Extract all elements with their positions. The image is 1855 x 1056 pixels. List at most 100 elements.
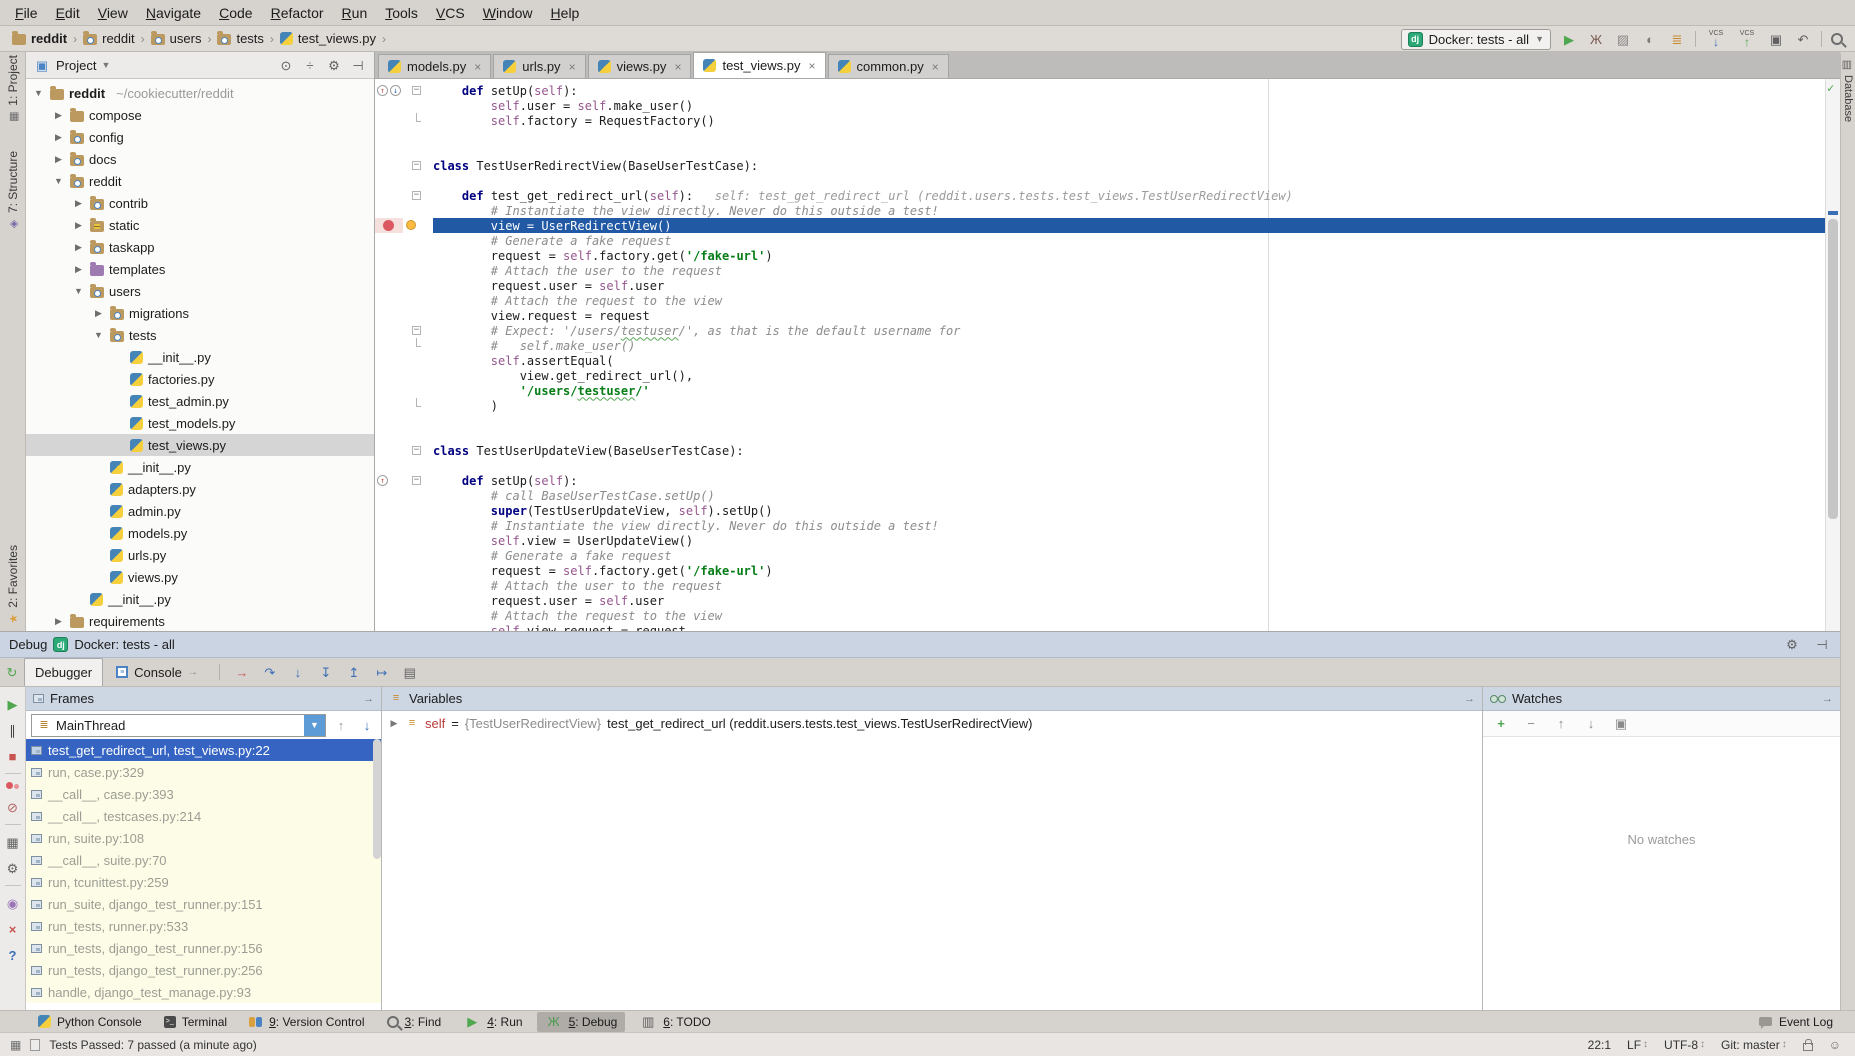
editor-gutter[interactable] (375, 503, 403, 518)
fold-column[interactable] (403, 203, 433, 218)
fold-column[interactable]: − (403, 158, 433, 173)
tool-button-4-run[interactable]: ▶4: Run (455, 1012, 530, 1032)
editor-gutter[interactable] (375, 458, 403, 473)
editor-gutter[interactable] (375, 593, 403, 608)
scrollbar-thumb[interactable] (1828, 219, 1838, 519)
tool-button-terminal[interactable]: >_Terminal (156, 1012, 235, 1032)
collapse-all-icon[interactable]: ÷ (301, 56, 319, 74)
panel-options-icon[interactable]: → (1822, 693, 1833, 705)
fold-column[interactable] (403, 353, 433, 368)
overridden-method-icon[interactable]: ↓ (390, 85, 401, 96)
chevron-expanded-icon[interactable]: ▼ (92, 330, 105, 340)
move-watch-up-icon[interactable]: ↑ (1552, 715, 1570, 733)
restore-layout-icon[interactable]: ▦ (4, 833, 22, 851)
menu-code[interactable]: Code (210, 2, 261, 24)
editor-gutter[interactable] (375, 443, 403, 458)
frame-row[interactable]: run, tcunittest.py:259 (26, 871, 381, 893)
editor-gutter[interactable] (375, 128, 403, 143)
editor-gutter[interactable] (375, 608, 403, 623)
editor-gutter[interactable] (375, 173, 403, 188)
chevron-collapsed-icon[interactable]: ▶ (52, 110, 65, 121)
git-branch-indicator[interactable]: Git: master↕ (1721, 1038, 1787, 1052)
frame-row[interactable]: __call__, case.py:393 (26, 783, 381, 805)
breadcrumb-item-users[interactable]: users (149, 29, 204, 48)
intention-bulb-icon[interactable] (406, 220, 416, 230)
tree-item-init-py[interactable]: __init__.py (26, 588, 374, 610)
pin-icon[interactable]: ◉ (4, 894, 22, 912)
hide-panel-icon[interactable]: ⊣ (349, 56, 367, 74)
fold-column[interactable] (403, 518, 433, 533)
tree-item-static[interactable]: ▶static (26, 214, 374, 236)
frames-list[interactable]: test_get_redirect_url, test_views.py:22r… (26, 739, 381, 1010)
editor-gutter[interactable] (375, 263, 403, 278)
editor-gutter[interactable] (375, 143, 403, 158)
menu-run[interactable]: Run (333, 2, 377, 24)
tool-button-3-find[interactable]: 3: Find (379, 1012, 450, 1032)
tree-item-migrations[interactable]: ▶migrations (26, 302, 374, 324)
editor-gutter[interactable] (375, 488, 403, 503)
editor-gutter[interactable] (375, 413, 403, 428)
search-everywhere-icon[interactable] (1831, 33, 1843, 45)
fold-column[interactable]: − (403, 473, 433, 488)
chevron-collapsed-icon[interactable]: ▶ (52, 132, 65, 143)
editor-gutter[interactable] (375, 323, 403, 338)
tree-item-contrib[interactable]: ▶contrib (26, 192, 374, 214)
tab-models-py[interactable]: models.py× (378, 54, 491, 78)
editor-gutter[interactable] (375, 158, 403, 173)
tab-debugger[interactable]: Debugger (24, 658, 103, 686)
code-editor[interactable]: ↑↓− def setUp(self): self.user = self.ma… (375, 79, 1840, 631)
read-only-lock-icon[interactable] (1803, 1043, 1813, 1051)
menu-tools[interactable]: Tools (376, 2, 427, 24)
fold-column[interactable] (403, 578, 433, 593)
fold-column[interactable] (403, 143, 433, 158)
chevron-collapsed-icon[interactable]: ▶ (72, 198, 85, 209)
rollback-icon[interactable]: ↶ (1794, 30, 1812, 48)
inspections-ok-icon[interactable]: ✓ (1827, 81, 1834, 95)
tree-item-admin-py[interactable]: admin.py (26, 500, 374, 522)
tree-item-users[interactable]: ▼users (26, 280, 374, 302)
tab-urls-py[interactable]: urls.py× (493, 54, 585, 78)
fold-column[interactable] (403, 293, 433, 308)
editor-gutter[interactable] (375, 248, 403, 263)
variable-row[interactable]: ▶≡self = {TestUserRedirectView} test_get… (382, 711, 1482, 736)
tree-item-init-py[interactable]: __init__.py (26, 346, 374, 368)
highlighting-level-icon[interactable]: ☺ (1829, 1038, 1841, 1052)
rerun-icon[interactable]: ↻ (3, 663, 21, 681)
variables-list[interactable]: ▶≡self = {TestUserRedirectView} test_get… (382, 711, 1482, 736)
editor-gutter[interactable]: ↑↓ (375, 83, 403, 98)
frame-row[interactable]: test_get_redirect_url, test_views.py:22 (26, 739, 381, 761)
tool-window-tab-2-favorites[interactable]: ★2: Favorites (6, 545, 20, 627)
tree-item-test-models-py[interactable]: test_models.py (26, 412, 374, 434)
tree-item-requirements[interactable]: ▶requirements (26, 610, 374, 631)
overriding-method-icon[interactable]: ↑ (377, 475, 388, 486)
fold-column[interactable]: − (403, 83, 433, 98)
close-icon[interactable]: × (4, 920, 22, 938)
select-opened-file-icon[interactable]: ⊙ (277, 56, 295, 74)
debug-icon[interactable]: Ж (1587, 30, 1605, 48)
run-icon[interactable]: ▶ (1560, 30, 1578, 48)
editor-gutter[interactable] (375, 218, 403, 233)
fold-column[interactable] (403, 308, 433, 323)
editor-gutter[interactable] (375, 278, 403, 293)
tab-common-py[interactable]: common.py× (828, 54, 949, 78)
panel-options-icon[interactable]: → (363, 693, 374, 705)
editor-gutter[interactable] (375, 293, 403, 308)
fold-end-marker[interactable] (416, 113, 421, 122)
coverage-icon[interactable]: ▨ (1614, 30, 1632, 48)
fold-column[interactable] (403, 263, 433, 278)
chevron-collapsed-icon[interactable]: ▶ (92, 308, 105, 319)
editor-gutter[interactable] (375, 623, 403, 631)
encoding-indicator[interactable]: UTF-8↕ (1664, 1038, 1705, 1052)
editor-gutter[interactable] (375, 398, 403, 413)
tree-item-reddit[interactable]: ▼reddit (26, 170, 374, 192)
vcs-commit-icon[interactable]: VCS↑ (1736, 30, 1758, 48)
fold-column[interactable] (403, 368, 433, 383)
tab-console[interactable]: ≡Console→ (106, 658, 208, 686)
frame-row[interactable]: run, suite.py:108 (26, 827, 381, 849)
tree-item-test-admin-py[interactable]: test_admin.py (26, 390, 374, 412)
panel-options-icon[interactable]: → (1464, 693, 1475, 705)
fold-column[interactable] (403, 428, 433, 443)
show-run-configurations-icon[interactable]: ≣ (1668, 30, 1686, 48)
tree-item-factories-py[interactable]: factories.py (26, 368, 374, 390)
fold-column[interactable] (403, 548, 433, 563)
